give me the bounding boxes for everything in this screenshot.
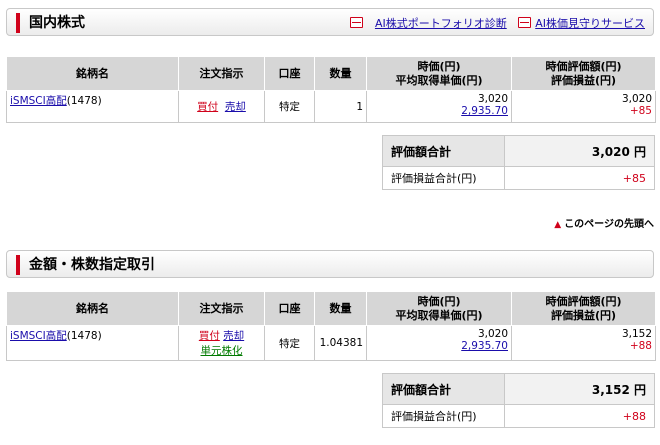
total-valuation-label: 評価額合計 bbox=[382, 135, 505, 167]
header-account: 口座 bbox=[264, 291, 315, 326]
section-title: 金額・株数指定取引 bbox=[29, 257, 155, 273]
header-name: 銘柄名 bbox=[6, 56, 179, 91]
header-qty: 数量 bbox=[314, 56, 367, 91]
order-cell: 買付 売却 bbox=[178, 90, 265, 123]
current-price: 3,020 bbox=[477, 328, 508, 340]
header-qty: 数量 bbox=[314, 291, 367, 326]
valuation-value: 3,020 bbox=[621, 93, 652, 105]
header-order: 注文指示 bbox=[178, 291, 265, 326]
unit-share-link[interactable]: 単元株化 bbox=[201, 345, 243, 357]
total-pl-value: +88 bbox=[504, 404, 655, 428]
profit-loss-value: +88 bbox=[629, 340, 652, 352]
account-cell: 特定 bbox=[264, 325, 315, 361]
ai-portfolio-diagnosis-link[interactable]: AI株式ポートフォリオ診断 bbox=[375, 17, 507, 30]
header-account: 口座 bbox=[264, 56, 315, 91]
table-header-row: 銘柄名 注文指示 口座 数量 時価(円) 平均取得単価(円) 時価評価額(円) 評価… bbox=[6, 56, 656, 91]
holdings-table-amount: 銘柄名 注文指示 口座 数量 時価(円) 平均取得単価(円) 時価評価額(円) 評価… bbox=[6, 291, 656, 361]
stock-name-link[interactable]: iSMSCI高配 bbox=[10, 330, 67, 342]
avg-price-link[interactable]: 2,935.70 bbox=[461, 105, 508, 117]
total-valuation-value: 3,152 円 bbox=[504, 373, 655, 405]
holdings-table-domestic: 銘柄名 注文指示 口座 数量 時価(円) 平均取得単価(円) 時価評価額(円) 評価… bbox=[6, 56, 656, 123]
header-valuation: 時価評価額(円) 評価損益(円) bbox=[511, 291, 656, 326]
table-row: iSMSCI高配(1478) 買付 売却 特定 1 3,020 2,935.70 … bbox=[6, 90, 656, 123]
order-cell: 買付 売却単元株化 bbox=[178, 325, 265, 361]
stock-name-link[interactable]: iSMSCI高配 bbox=[10, 95, 67, 107]
qty-cell: 1 bbox=[314, 90, 367, 123]
buy-link[interactable]: 買付 bbox=[197, 101, 218, 113]
sell-link[interactable]: 売却 bbox=[223, 330, 244, 342]
header-valuation: 時価評価額(円) 評価損益(円) bbox=[511, 56, 656, 91]
total-pl-value: +85 bbox=[504, 166, 655, 190]
total-valuation-label: 評価額合計 bbox=[382, 373, 505, 405]
stock-name-cell: iSMSCI高配(1478) bbox=[6, 90, 179, 123]
triangle-up-icon: ▲ bbox=[554, 220, 562, 230]
summary-table-amount: 評価額合計 3,152 円 評価損益合計(円) +88 bbox=[382, 373, 655, 428]
page-top-link[interactable]: ▲ このページの先頭へ bbox=[554, 215, 654, 230]
section-header-domestic-stocks: 国内株式 AI株式ポートフォリオ診断 AI株価見守りサービス bbox=[6, 8, 654, 36]
section-title: 国内株式 bbox=[29, 15, 85, 31]
section-accent-bar bbox=[16, 255, 20, 275]
total-valuation-value: 3,020 円 bbox=[504, 135, 655, 167]
table-header-row: 銘柄名 注文指示 口座 数量 時価(円) 平均取得単価(円) 時価評価額(円) 評価… bbox=[6, 291, 656, 326]
table-row: iSMSCI高配(1478) 買付 売却単元株化 特定 1.04381 3,02… bbox=[6, 325, 656, 361]
window-icon bbox=[349, 17, 363, 28]
header-price: 時価(円) 平均取得単価(円) bbox=[366, 291, 512, 326]
valuation-value: 3,152 bbox=[621, 328, 652, 340]
current-price: 3,020 bbox=[477, 93, 508, 105]
profit-loss-value: +85 bbox=[629, 105, 652, 117]
header-order: 注文指示 bbox=[178, 56, 265, 91]
total-pl-label: 評価損益合計(円) bbox=[382, 404, 505, 428]
section-links: AI株式ポートフォリオ診断 AI株価見守りサービス bbox=[349, 15, 645, 31]
account-cell: 特定 bbox=[264, 90, 315, 123]
valuation-cell: 3,020 +85 bbox=[511, 90, 656, 123]
price-cell: 3,020 2,935.70 bbox=[366, 325, 512, 361]
qty-cell: 1.04381 bbox=[314, 325, 367, 361]
summary-table-domestic: 評価額合計 3,020 円 評価損益合計(円) +85 bbox=[382, 135, 655, 190]
header-price: 時価(円) 平均取得単価(円) bbox=[366, 56, 512, 91]
stock-code: (1478) bbox=[66, 95, 102, 107]
avg-price-link[interactable]: 2,935.70 bbox=[461, 340, 508, 352]
ai-price-watch-link[interactable]: AI株価見守りサービス bbox=[535, 17, 645, 30]
sell-link[interactable]: 売却 bbox=[225, 101, 246, 113]
header-name: 銘柄名 bbox=[6, 291, 179, 326]
buy-link[interactable]: 買付 bbox=[199, 330, 220, 342]
section-accent-bar bbox=[16, 13, 20, 33]
stock-name-cell: iSMSCI高配(1478) bbox=[6, 325, 179, 361]
stock-code: (1478) bbox=[66, 330, 102, 342]
window-icon bbox=[518, 17, 532, 28]
valuation-cell: 3,152 +88 bbox=[511, 325, 656, 361]
total-pl-label: 評価損益合計(円) bbox=[382, 166, 505, 190]
section-header-amount-share-trading: 金額・株数指定取引 bbox=[6, 250, 654, 278]
price-cell: 3,020 2,935.70 bbox=[366, 90, 512, 123]
